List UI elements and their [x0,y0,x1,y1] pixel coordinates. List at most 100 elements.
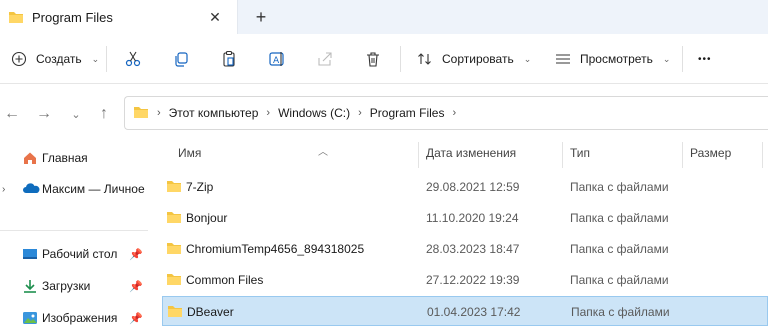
download-icon [22,278,38,294]
column-header-type[interactable]: Тип [570,146,590,166]
trash-icon [362,46,384,72]
share-icon [314,46,336,72]
recent-locations-button[interactable]: ⌄ [64,102,88,126]
column-header-size[interactable]: Размер [690,146,731,166]
chevron-right-icon[interactable]: › [2,184,5,195]
paste-button[interactable] [218,46,240,72]
column-divider[interactable] [762,142,763,168]
breadcrumb-item[interactable]: Program Files [370,106,445,120]
tab-title: Program Files [32,10,113,25]
share-button[interactable] [314,46,336,72]
file-name: DBeaver [187,305,234,319]
sort-ascending-icon: ︿ [318,147,328,158]
file-name: Bonjour [186,211,228,225]
folder-icon [166,241,182,258]
pictures-icon [22,310,38,326]
chevron-down-icon: ⌄ [91,53,100,64]
list-view-icon [552,46,574,72]
plus-circle-icon [8,46,30,72]
cut-button[interactable] [122,46,144,72]
copy-icon [170,46,192,72]
file-type: Папка с файлами [570,180,669,194]
rename-button[interactable]: A [266,46,288,72]
column-header-name[interactable]: Имя ︿ [178,146,328,166]
svg-text:A: A [273,56,280,66]
column-divider[interactable] [562,142,563,168]
column-header-date[interactable]: Дата изменения [426,146,516,166]
toolbar-divider [400,46,401,72]
back-button[interactable]: ← [0,102,24,126]
sort-arrows-icon [414,46,436,72]
file-row-selected[interactable]: DBeaver 01.04.2023 17:42 Папка с файлами [162,296,768,326]
sort-button[interactable]: Сортировать ⌄ [414,46,531,72]
sidebar-item-label: Главная [42,151,88,165]
file-list: Имя ︿ Дата изменения Тип Размер 7-Zip 29… [148,138,768,335]
more-icon: ••• [698,53,712,65]
breadcrumb-item[interactable]: Этот компьютер [169,106,259,120]
file-name: 7-Zip [186,180,214,194]
sidebar-item-onedrive[interactable]: › Максим — Личное [0,175,148,203]
pin-icon[interactable]: 📌 [129,248,143,261]
sidebar-item-home[interactable]: Главная [0,144,148,172]
scissors-icon [122,46,144,72]
file-name: ChromiumTemp4656_894318025 [186,242,365,256]
sidebar-item-label: Рабочий стол [42,247,118,261]
command-bar: Создать ⌄ A Сортировать ⌄ Просмотреть ⌄ … [0,34,768,84]
file-row[interactable]: ChromiumTemp4656_894318025 28.03.2023 18… [162,234,768,264]
onedrive-icon [22,181,40,197]
folder-icon [133,105,149,122]
folder-icon [167,304,183,321]
column-divider[interactable] [682,142,683,168]
file-row[interactable]: 7-Zip 29.08.2021 12:59 Папка с файлами [162,172,768,202]
chevron-right-icon[interactable]: › [452,107,456,119]
up-button[interactable]: ↑ [92,102,116,126]
pin-icon[interactable]: 📌 [129,312,143,325]
breadcrumb-item[interactable]: Windows (C:) [278,106,350,120]
file-date: 11.10.2020 19:24 [426,211,519,225]
arrow-up-icon: ↑ [100,105,108,122]
create-button[interactable]: Создать ⌄ [8,46,99,72]
sort-label: Сортировать [442,52,514,66]
file-date: 27.12.2022 19:39 [426,273,520,287]
delete-button[interactable] [362,46,384,72]
chevron-right-icon[interactable]: › [266,107,270,119]
folder-icon [8,10,24,27]
home-icon [22,150,38,166]
file-name: Common Files [186,273,264,287]
sidebar-item-label: Загрузки [42,279,91,293]
file-type: Папка с файлами [570,273,669,287]
chevron-down-icon: ⌄ [71,108,81,121]
chevron-down-icon: ⌄ [523,53,532,64]
desktop-icon [22,246,38,262]
file-date: 29.08.2021 12:59 [426,180,520,194]
view-button[interactable]: Просмотреть ⌄ [552,46,670,72]
clipboard-icon [218,46,240,72]
address-bar[interactable]: › Этот компьютер › Windows (C:) › Progra… [124,96,768,130]
tab-program-files[interactable]: Program Files ✕ [0,0,238,34]
sidebar-item-downloads[interactable]: Загрузки 📌 [0,272,148,300]
sidebar-item-label: Изображения [42,311,118,325]
arrow-left-icon: ← [4,105,20,122]
copy-button[interactable] [170,46,192,72]
chevron-right-icon[interactable]: › [358,107,362,119]
chevron-right-icon[interactable]: › [157,107,161,119]
file-row[interactable]: Bonjour 11.10.2020 19:24 Папка с файлами [162,203,768,233]
sidebar-item-pictures[interactable]: Изображения 📌 [0,304,148,332]
column-divider[interactable] [418,142,419,168]
file-date: 01.04.2023 17:42 [427,305,521,319]
file-row[interactable]: Common Files 27.12.2022 19:39 Папка с фа… [162,265,768,295]
more-options-button[interactable]: ••• [698,46,712,72]
sidebar-item-label: Максим — Личное [42,182,145,196]
tab-bar: Program Files ✕ + [0,0,768,34]
new-tab-button[interactable]: + [250,6,272,28]
folder-icon [166,179,182,196]
forward-button[interactable]: → [32,102,56,126]
folder-icon [166,272,182,289]
arrow-right-icon: → [36,105,52,122]
pin-icon[interactable]: 📌 [129,280,143,293]
rename-icon: A [266,46,288,72]
sidebar-item-desktop[interactable]: Рабочий стол 📌 [0,240,148,268]
close-tab-icon[interactable]: ✕ [206,8,224,26]
chevron-down-icon: ⌄ [662,53,671,64]
file-type: Папка с файлами [570,242,669,256]
